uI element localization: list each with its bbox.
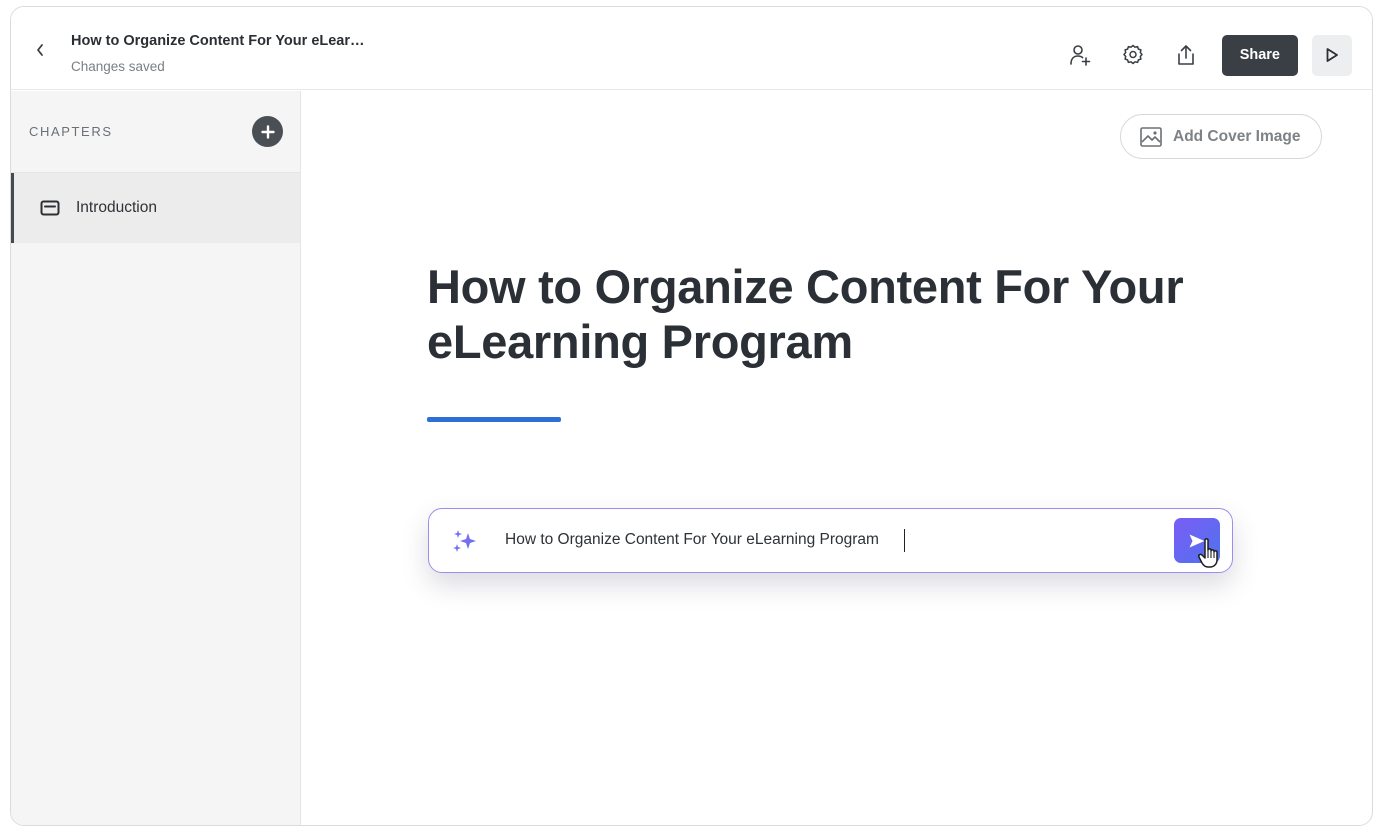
document-title[interactable]: How to Organize Content For Your eLear… [71, 33, 365, 49]
page-title[interactable]: How to Organize Content For Your eLearni… [427, 259, 1187, 369]
add-collaborator-icon [1069, 45, 1090, 66]
ai-prompt-input[interactable] [505, 531, 1105, 549]
top-actions: Share [1047, 34, 1352, 76]
chapters-header: CHAPTERS [11, 91, 300, 173]
image-icon [1140, 126, 1162, 147]
share-button[interactable]: Share [1221, 34, 1298, 76]
play-icon [1326, 48, 1338, 62]
back-chevron-icon [37, 44, 43, 56]
add-chapter-button[interactable] [252, 116, 283, 147]
export-button[interactable] [1166, 35, 1206, 75]
save-status: Changes saved [71, 59, 165, 74]
add-collaborator-button[interactable] [1060, 35, 1100, 75]
export-upload-icon [1177, 45, 1194, 65]
settings-gear-icon [1122, 44, 1143, 65]
top-bar: How to Organize Content For Your eLear… … [11, 7, 1372, 90]
back-button[interactable] [29, 39, 51, 61]
title-underline [427, 417, 561, 422]
text-caret [904, 529, 905, 552]
plus-icon [260, 124, 275, 139]
main-content: Add Cover Image How to Organize Content … [302, 91, 1372, 825]
ai-sparkle-icon [453, 530, 476, 552]
sidebar-item-introduction[interactable]: Introduction [11, 173, 300, 243]
editor-window: How to Organize Content For Your eLear… … [10, 6, 1373, 826]
ai-prompt-box [428, 508, 1233, 573]
chapters-section-label: CHAPTERS [29, 124, 113, 139]
pointer-hand-cursor-icon [1198, 538, 1218, 568]
add-cover-image-button[interactable]: Add Cover Image [1120, 114, 1322, 159]
chapters-sidebar: CHAPTERS Introduction [11, 91, 301, 825]
add-cover-image-label: Add Cover Image [1173, 127, 1301, 145]
sidebar-item-label: Introduction [76, 199, 157, 216]
preview-play-button[interactable] [1312, 34, 1352, 76]
chapter-card-icon [40, 199, 60, 217]
settings-button[interactable] [1113, 35, 1153, 75]
